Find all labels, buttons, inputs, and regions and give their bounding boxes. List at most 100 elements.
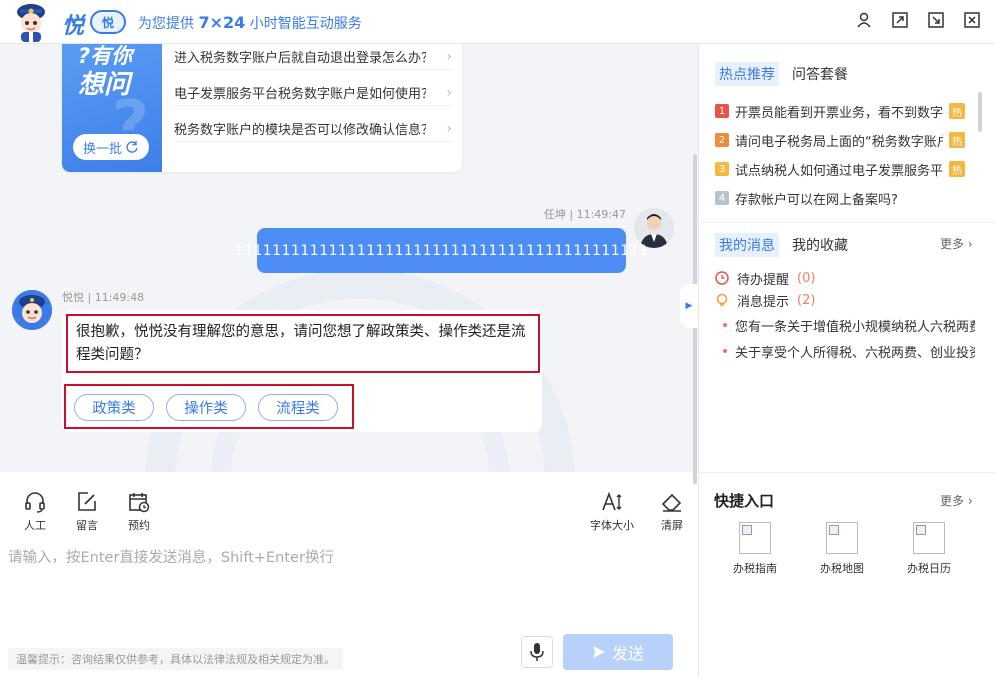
question-card: ?有你 想问 ? 换一批 进入税务数字账户后就自动退出登录怎么办？ › 电子发票服… <box>62 44 462 172</box>
chevron-right-icon: › <box>446 84 452 101</box>
leave-message-button[interactable]: 留言 <box>75 490 99 533</box>
rank-badge: 1 <box>715 104 729 118</box>
lightbulb-icon <box>716 293 728 306</box>
headset-icon <box>25 492 45 513</box>
font-size-label: 字体大小 <box>590 519 634 532</box>
hot-item-text: 开票员能看到开票业务，看不到数字账户？ <box>735 105 943 121</box>
quick-tax-map[interactable]: 办税地图 <box>820 522 864 576</box>
rank-badge: 2 <box>715 133 729 147</box>
bot-message-text: 很抱歉，悦悦没有理解您的意思，请问您想了解政策类、操作类还是流程类问题？ <box>66 314 540 373</box>
notice-item[interactable]: 您有一条关于增值税小规模纳税人六税两费减征 <box>723 315 975 335</box>
hot-item[interactable]: 1 开票员能看到开票业务，看不到数字账户？ 热 <box>715 101 971 121</box>
hot-item[interactable]: 3 试点纳税人如何通过电子发票服务平台开票？ 热 <box>715 159 971 179</box>
logo-badge: 悦 <box>90 10 126 34</box>
option-policy-button[interactable]: 政策类 <box>74 394 154 421</box>
section-divider <box>699 472 995 473</box>
chevron-right-icon: › <box>446 120 452 137</box>
font-size-icon <box>602 491 622 511</box>
user-icon[interactable] <box>855 11 873 29</box>
appointment-label: 预约 <box>128 519 150 532</box>
logo-text: 悦 <box>62 14 85 39</box>
send-label: 发送 <box>611 644 644 663</box>
app-header: 悦 悦 为您提供 7×24 小时智能互动服务 <box>0 0 995 44</box>
hot-scroll-thumb[interactable] <box>978 92 982 132</box>
clock-icon <box>715 271 729 285</box>
window-controls <box>855 11 981 29</box>
messages-more-link[interactable]: 更多 › <box>940 235 973 252</box>
notice-text: 关于享受个人所得税、六税两费、创业投资优惠 <box>735 345 975 361</box>
clear-screen-button[interactable]: 清屏 <box>660 490 684 533</box>
bot-message-bubble: 很抱歉，悦悦没有理解您的意思，请问您想了解政策类、操作类还是流程类问题？ 政策类… <box>62 310 542 432</box>
todo-reminder[interactable]: 待办提醒 (0) <box>715 268 815 288</box>
option-process-button[interactable]: 流程类 <box>258 394 338 421</box>
broken-image-icon <box>913 522 945 554</box>
quick-more-link[interactable]: 更多 › <box>940 492 973 509</box>
appointment-button[interactable]: 预约 <box>127 490 151 533</box>
panel-toggle-icon[interactable]: ▶ <box>680 284 698 328</box>
user-message-meta: 任坤 | 11:49:47 <box>543 208 626 221</box>
notice-count: (2) <box>797 292 816 308</box>
quick-label: 办税日历 <box>907 562 951 575</box>
option-group: 政策类 操作类 流程类 <box>64 384 354 429</box>
quick-tax-guide[interactable]: 办税指南 <box>733 522 777 576</box>
broken-image-icon <box>826 522 858 554</box>
send-button[interactable]: 发送 <box>563 634 673 670</box>
hot-item-text: 试点纳税人如何通过电子发票服务平台开票？ <box>735 163 943 179</box>
question-item[interactable]: 税务数字账户的模块是否可以修改确认信息？ › <box>174 116 452 142</box>
human-service-button[interactable]: 人工 <box>23 490 47 533</box>
slogan: 为您提供 7×24 小时智能互动服务 <box>138 13 362 32</box>
quick-label: 办税地图 <box>820 562 864 575</box>
hot-item[interactable]: 4 存款帐户可以在网上备案吗? <box>715 188 971 208</box>
rank-badge: 4 <box>715 191 729 205</box>
quick-tax-calendar[interactable]: 办税日历 <box>907 522 951 576</box>
more-label: 更多 <box>940 494 965 508</box>
robot-avatar-icon <box>17 4 45 42</box>
clear-label: 清屏 <box>661 519 683 532</box>
microphone-button[interactable] <box>521 636 553 668</box>
hot-item[interactable]: 2 请问电子税务局上面的“税务数字账户”在哪？ 热 <box>715 130 971 150</box>
quick-entry-title: 快捷入口 <box>714 492 775 510</box>
question-item[interactable]: 进入税务数字账户后就自动退出登录怎么办？ › <box>174 44 452 70</box>
section-divider <box>699 222 995 223</box>
bot-avatar-icon <box>12 290 52 330</box>
chevron-right-icon: › <box>967 237 973 251</box>
todo-label: 待办提醒 <box>737 272 790 288</box>
fullscreen-icon[interactable] <box>891 11 909 29</box>
minimize-icon[interactable] <box>927 11 945 29</box>
message-notice[interactable]: 消息提示 (2) <box>715 290 815 310</box>
swap-batch-button[interactable]: 换一批 <box>73 134 149 160</box>
human-label: 人工 <box>24 519 46 532</box>
question-text: 税务数字账户的模块是否可以修改确认信息？ <box>174 123 426 138</box>
bot-message-meta: 悦悦 | 11:49:48 <box>62 291 145 304</box>
broken-image-icon <box>739 522 771 554</box>
refresh-icon <box>126 141 138 153</box>
message-label: 留言 <box>76 519 98 532</box>
bullet-icon <box>723 323 727 327</box>
send-icon <box>592 646 605 658</box>
option-operation-button[interactable]: 操作类 <box>166 394 246 421</box>
panel-divider <box>698 44 699 677</box>
question-text: 电子发票服务平台税务数字账户是如何使用？ <box>174 87 426 102</box>
edit-icon <box>78 492 96 511</box>
input-toolbar: 人工 留言 预约 字体大小 清屏 <box>0 472 692 542</box>
notice-item[interactable]: 关于享受个人所得税、六税两费、创业投资优惠 <box>723 341 975 361</box>
notice-label: 消息提示 <box>737 294 790 310</box>
question-text: 进入税务数字账户后就自动退出登录怎么办？ <box>174 51 426 66</box>
user-message-bubble: 1111111111111111111111111111111111111111… <box>235 228 648 273</box>
more-label: 更多 <box>940 237 965 251</box>
hot-tag: 热 <box>949 161 965 177</box>
notice-text: 您有一条关于增值税小规模纳税人六税两费减征 <box>735 319 975 335</box>
font-size-button[interactable]: 字体大小 <box>590 490 634 533</box>
swap-label: 换一批 <box>82 141 122 157</box>
message-input[interactable]: 请输入，按Enter直接发送消息，Shift+Enter换行 <box>8 546 334 567</box>
quick-label: 办税指南 <box>733 562 777 575</box>
chat-area[interactable]: ?有你 想问 ? 换一批 进入税务数字账户后就自动退出登录怎么办？ › 电子发票服… <box>0 44 692 472</box>
chevron-right-icon: › <box>967 494 973 508</box>
close-icon[interactable] <box>963 11 981 29</box>
tab-my-messages[interactable]: 我的消息 <box>715 233 779 257</box>
tab-qa-package[interactable]: 问答套餐 <box>792 62 848 86</box>
question-item[interactable]: 电子发票服务平台税务数字账户是如何使用？ › <box>174 80 452 106</box>
tab-my-favorites[interactable]: 我的收藏 <box>792 233 848 257</box>
calendar-clock-icon <box>129 493 150 513</box>
tab-hot-recommend[interactable]: 热点推荐 <box>715 62 779 86</box>
